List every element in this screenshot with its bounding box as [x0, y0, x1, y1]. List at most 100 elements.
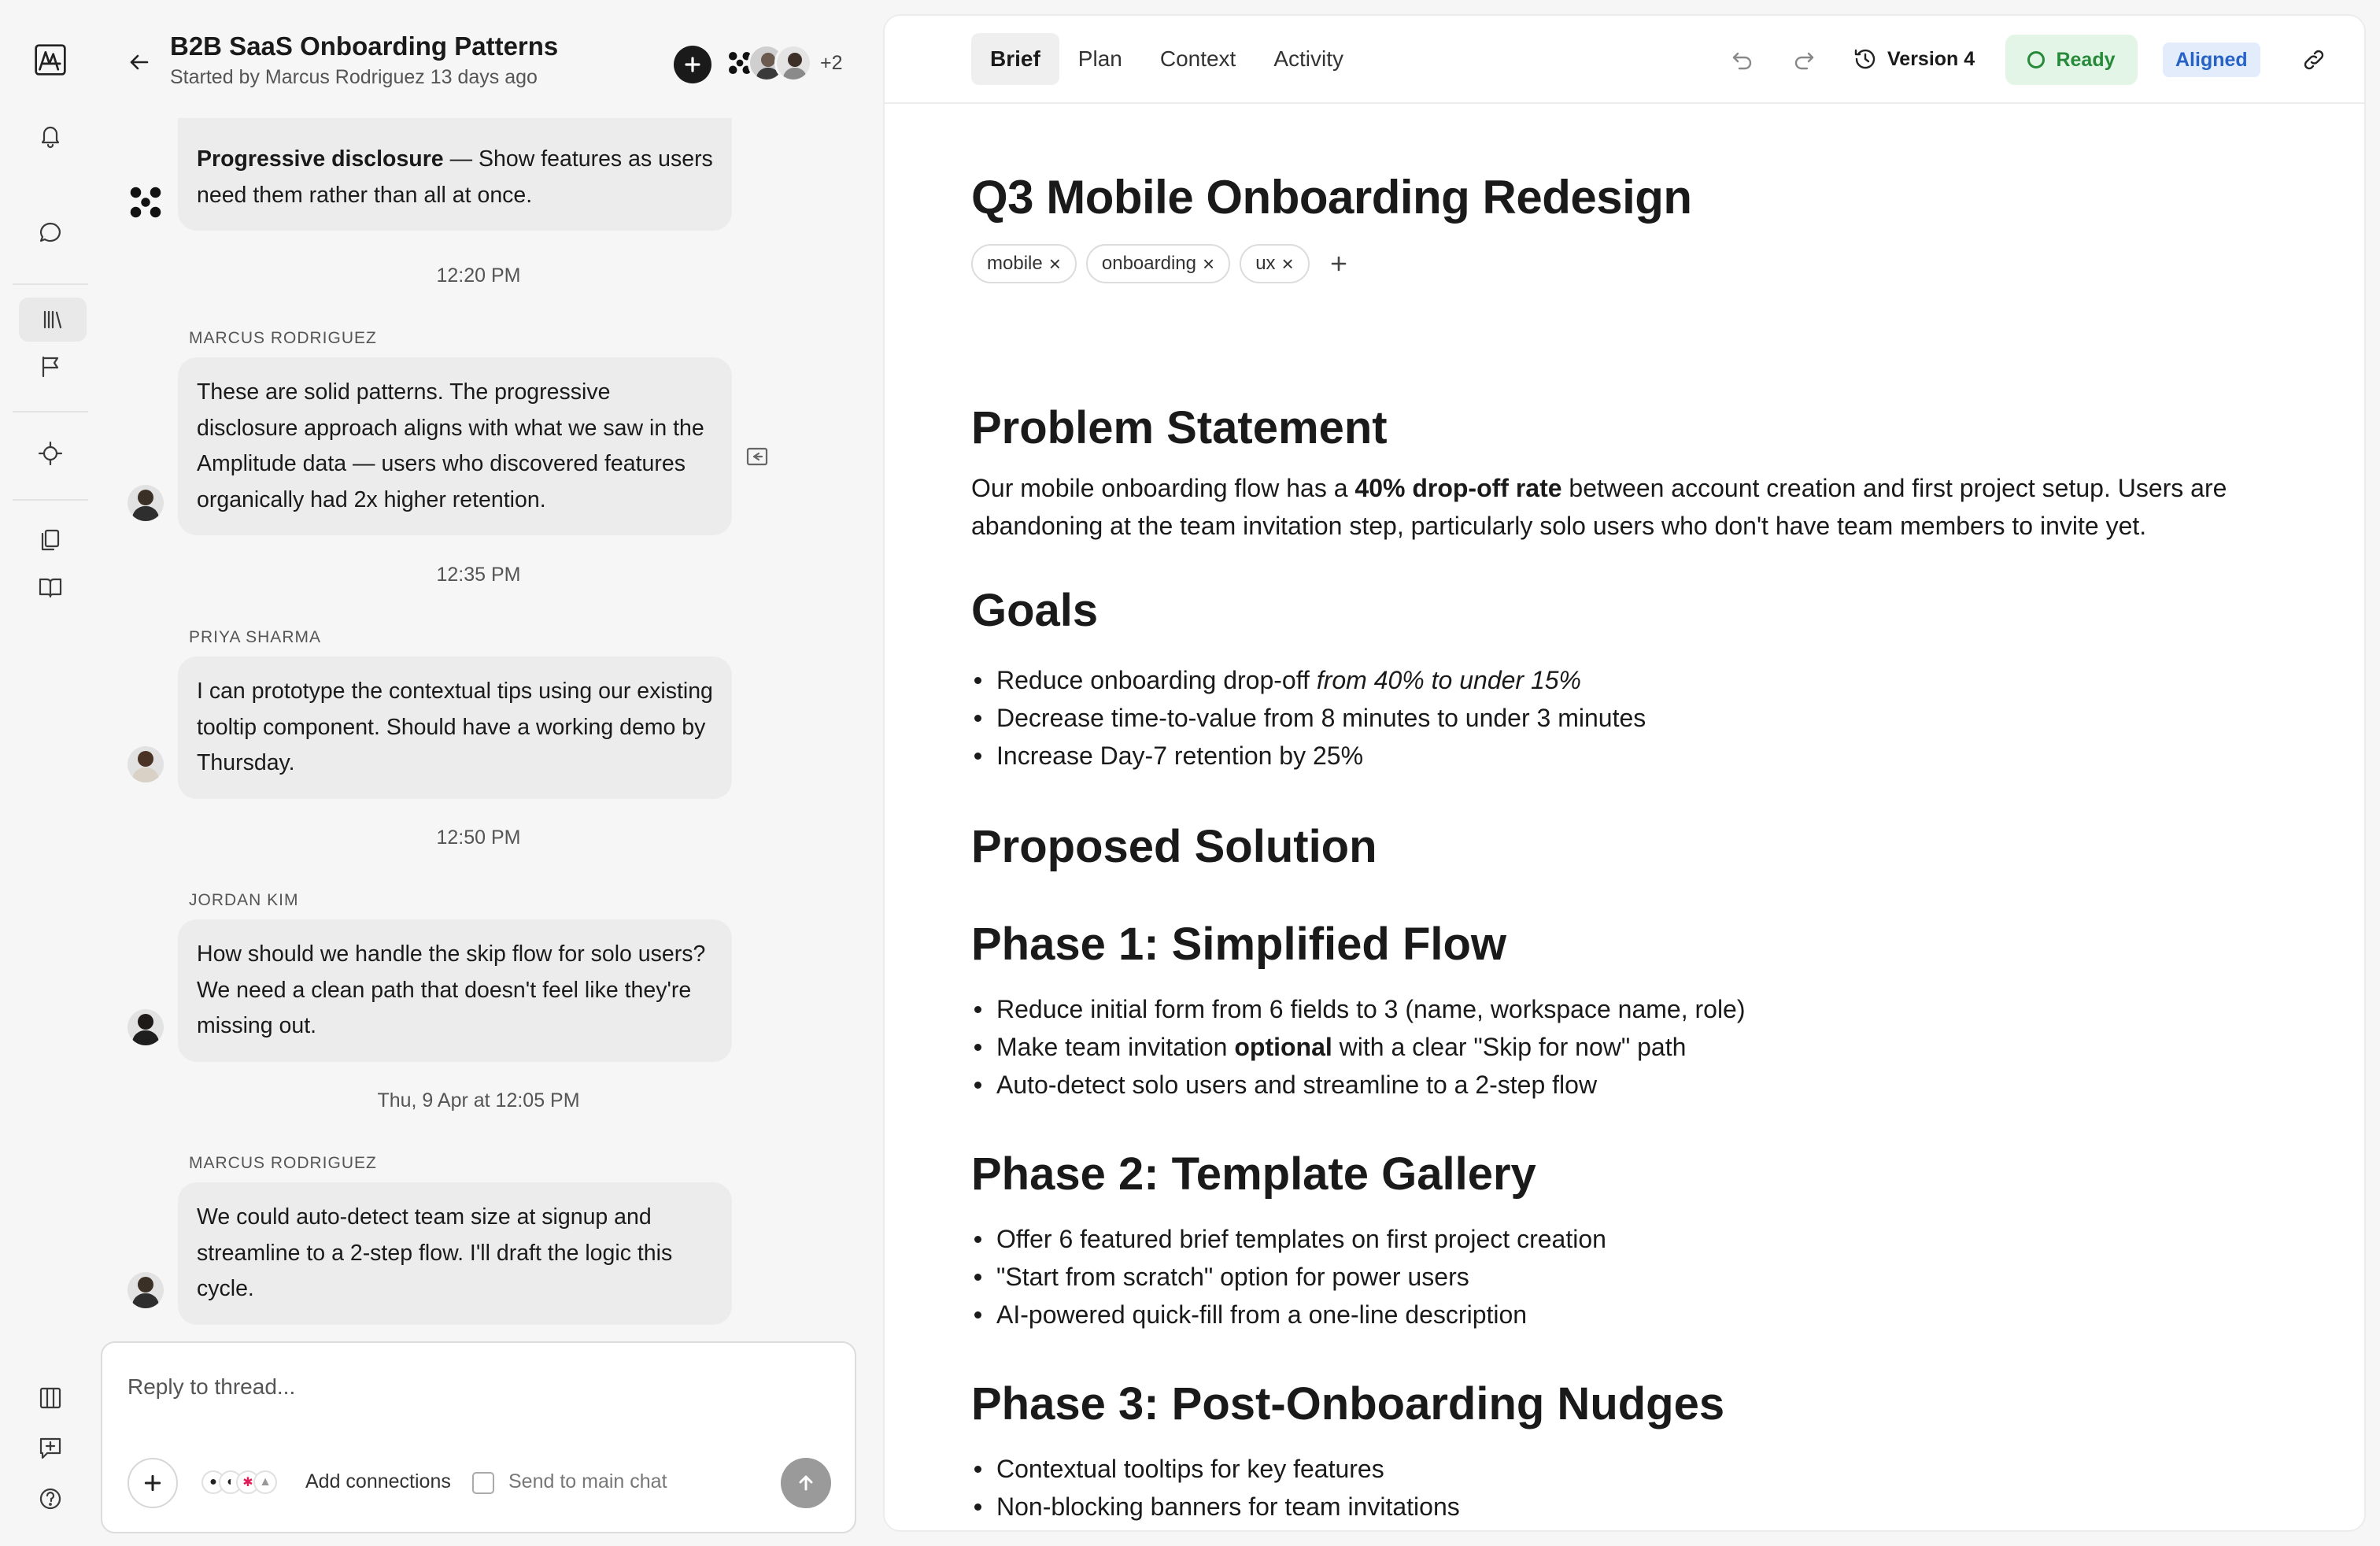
message-author: MARCUS RODRIGUEZ	[189, 1154, 377, 1172]
copy-icon[interactable]	[28, 518, 72, 562]
avatar	[774, 44, 812, 82]
version-label: Version 4	[1887, 47, 1975, 70]
list-item: Make team invitation optional with a cle…	[971, 1028, 1746, 1066]
document-toolbar: Brief Plan Context Activity Version 4 Re…	[885, 16, 2364, 104]
extra-participants-count: +2	[820, 51, 843, 74]
message-author: PRIYA SHARMA	[189, 628, 321, 646]
chat-icon[interactable]	[28, 211, 72, 255]
flag-icon[interactable]	[28, 345, 72, 389]
problem-paragraph: Our mobile onboarding flow has a 40% dro…	[971, 469, 2230, 545]
message-text: These are solid patterns. The progressiv…	[197, 379, 704, 512]
version-history-button[interactable]: Version 4	[1853, 33, 1975, 85]
list-item: "Start from scratch" option for power us…	[971, 1258, 1606, 1296]
list-item: Increase Day-7 retention by 25%	[971, 737, 1646, 775]
status-label: Ready	[2056, 48, 2116, 71]
thread-subtitle: Started by Marcus Rodriguez 13 days ago	[170, 66, 538, 88]
link-icon[interactable]	[2292, 38, 2336, 82]
message-text: I can prototype the contextual tips usin…	[197, 679, 713, 775]
thread-title: B2B SaaS Onboarding Patterns	[170, 31, 559, 61]
tag-chip[interactable]: ux ×	[1240, 244, 1310, 283]
columns-icon[interactable]	[28, 1376, 72, 1420]
history-icon	[1854, 49, 1876, 69]
message-bold: Progressive disclosure	[197, 146, 444, 172]
remove-tag-icon[interactable]: ×	[1282, 246, 1294, 282]
list-item: AI-powered quick-fill from a one-line de…	[971, 1296, 1606, 1333]
remove-tag-icon[interactable]: ×	[1203, 246, 1214, 282]
add-connections-button[interactable]: Add connections	[305, 1470, 451, 1493]
target-icon[interactable]	[28, 431, 72, 475]
tab-context[interactable]: Context	[1141, 33, 1255, 85]
list-item: Decrease time-to-value from 8 minutes to…	[971, 699, 1646, 737]
avatar	[128, 1009, 164, 1045]
list-item: Contextual tooltips for key features	[971, 1450, 1460, 1488]
phase1-list: Reduce initial form from 6 fields to 3 (…	[971, 990, 1746, 1104]
send-to-main-label[interactable]: Send to main chat	[508, 1470, 667, 1493]
reply-input[interactable]: Reply to thread...	[128, 1374, 295, 1400]
tag-chip[interactable]: onboarding ×	[1085, 244, 1231, 283]
tag-chip[interactable]: mobile ×	[971, 244, 1077, 283]
bell-icon[interactable]	[28, 113, 72, 157]
alignment-badge[interactable]: Aligned	[2163, 43, 2260, 77]
avatar	[128, 485, 164, 521]
add-participant-button[interactable]	[674, 46, 711, 83]
message-author: MARCUS RODRIGUEZ	[189, 329, 377, 347]
feedback-icon[interactable]	[28, 1426, 72, 1470]
message-author: JORDAN KIM	[189, 891, 299, 909]
reply-composer[interactable]: Reply to thread... ● ◐ ✱ ▲ Add connectio…	[101, 1341, 856, 1533]
reply-in-thread-icon[interactable]	[741, 441, 773, 472]
phase3-heading: Phase 3: Post-Onboarding Nudges	[971, 1378, 1725, 1429]
undo-icon[interactable]	[1720, 38, 1765, 82]
document-title[interactable]: Q3 Mobile Onboarding Redesign	[971, 170, 1692, 224]
library-icon[interactable]	[19, 298, 87, 342]
send-button[interactable]	[781, 1458, 831, 1508]
goals-heading: Goals	[971, 585, 1099, 636]
redo-icon[interactable]	[1782, 38, 1826, 82]
status-ring-icon	[2027, 51, 2046, 68]
message-list: Progressive disclosure — Show features a…	[99, 118, 885, 1330]
back-arrow-icon[interactable]	[120, 43, 159, 82]
message-text: We could auto-detect team size at signup…	[197, 1204, 673, 1301]
thread-header: B2B SaaS Onboarding Patterns Started by …	[99, 0, 885, 118]
participant-avatars[interactable]: +2	[721, 44, 843, 82]
phase1-heading: Phase 1: Simplified Flow	[971, 919, 1507, 970]
help-icon[interactable]	[28, 1477, 72, 1521]
book-icon[interactable]	[28, 565, 72, 609]
problem-heading: Problem Statement	[971, 402, 1388, 453]
tag-label: ux	[1255, 253, 1276, 274]
send-to-main-checkbox[interactable]	[472, 1472, 494, 1494]
add-tag-icon[interactable]	[1319, 244, 1358, 283]
list-item: Reduce onboarding drop-off from 40% to u…	[971, 661, 1646, 699]
tag-list: mobile × onboarding × ux ×	[971, 244, 1358, 283]
list-item: Auto-detect solo users and streamline to…	[971, 1066, 1746, 1104]
timestamp: 12:20 PM	[436, 264, 521, 287]
status-badge[interactable]: Ready	[2005, 35, 2138, 85]
problem-bold: 40% drop-off rate	[1354, 474, 1562, 502]
phase2-heading: Phase 2: Template Gallery	[971, 1148, 1536, 1200]
avatar	[128, 1272, 164, 1308]
thread-panel: B2B SaaS Onboarding Patterns Started by …	[99, 0, 885, 1546]
left-rail	[0, 0, 99, 1546]
goal-text: Reduce onboarding drop-off	[996, 666, 1317, 694]
item-text: Make team invitation	[996, 1033, 1235, 1061]
connection-icons[interactable]: ● ◐ ✱ ▲	[201, 1470, 277, 1494]
timestamp: 12:35 PM	[436, 564, 521, 586]
document-panel: Brief Plan Context Activity Version 4 Re…	[883, 14, 2366, 1532]
solution-heading: Proposed Solution	[971, 821, 1377, 872]
message-bubble: We could auto-detect team size at signup…	[178, 1182, 732, 1325]
phase2-list: Offer 6 featured brief templates on firs…	[971, 1220, 1606, 1333]
tag-label: mobile	[987, 253, 1043, 274]
app-logo-icon[interactable]	[28, 38, 72, 82]
tab-brief[interactable]: Brief	[971, 33, 1059, 85]
timestamp: Thu, 9 Apr at 12:05 PM	[377, 1089, 580, 1111]
message-text: How should we handle the skip flow for s…	[197, 941, 706, 1038]
tab-plan[interactable]: Plan	[1059, 33, 1141, 85]
goal-italic: from 40% to under 15%	[1316, 666, 1581, 694]
message-bubble: How should we handle the skip flow for s…	[178, 919, 732, 1062]
attach-button[interactable]	[128, 1458, 178, 1508]
remove-tag-icon[interactable]: ×	[1049, 246, 1061, 282]
tag-label: onboarding	[1101, 253, 1196, 274]
document-content: Q3 Mobile Onboarding Redesign mobile × on…	[971, 104, 2309, 1521]
drive-icon: ▲	[253, 1470, 277, 1494]
phase3-list: Contextual tooltips for key features Non…	[971, 1450, 1460, 1521]
tab-activity[interactable]: Activity	[1255, 33, 1362, 85]
